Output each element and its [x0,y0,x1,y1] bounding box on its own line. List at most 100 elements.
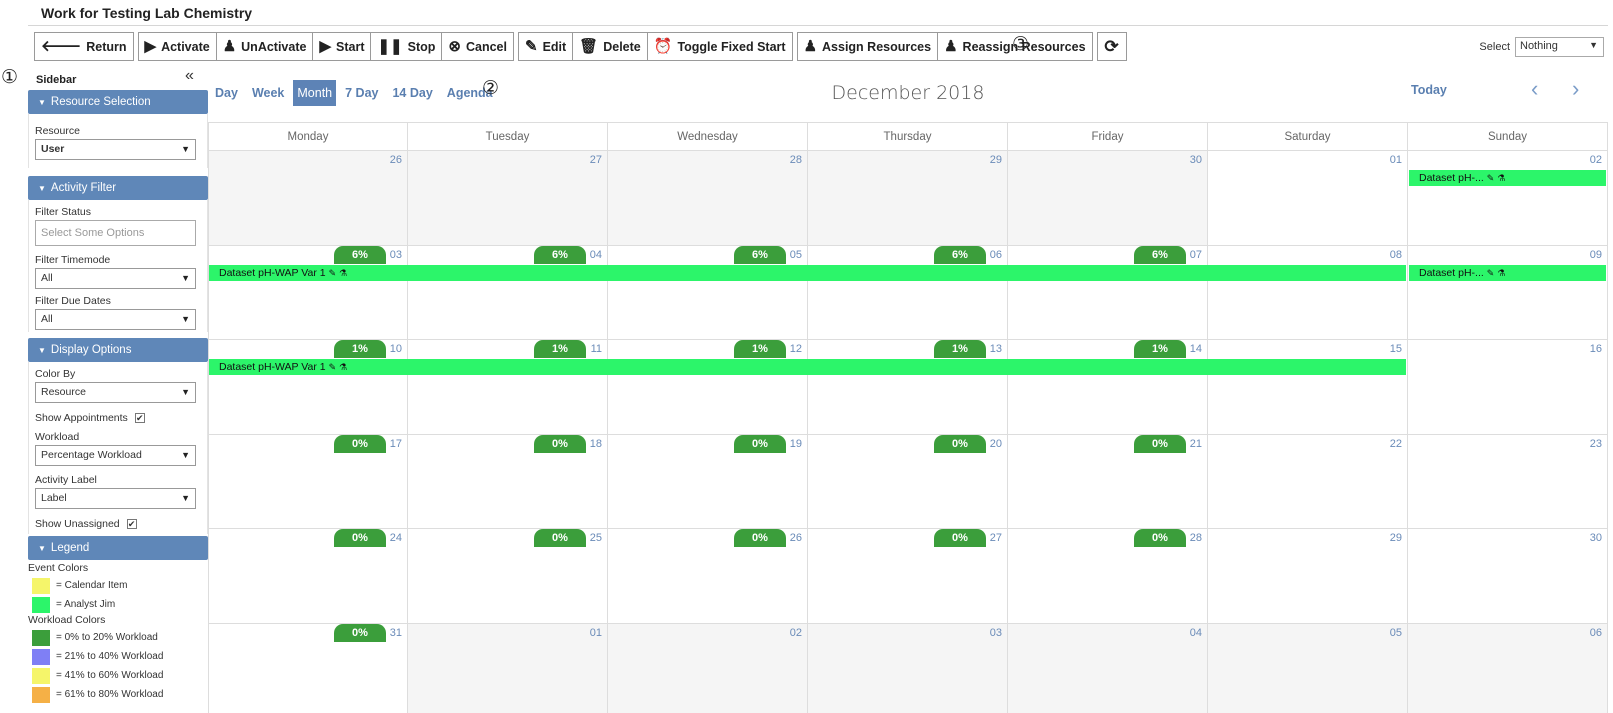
legend-header[interactable]: ▼ Legend [28,536,208,560]
day-number[interactable]: 01 [590,627,602,639]
day-number[interactable]: 15 [1390,343,1402,355]
workload-badge[interactable]: 0% [534,434,586,453]
day-number[interactable]: 26 [790,532,802,544]
today-button[interactable]: Today [1411,83,1447,97]
day-number[interactable]: 22 [1390,438,1402,450]
delete-button[interactable]: 🗑 Delete [573,33,648,60]
chevron-left-icon[interactable]: ‹ [1531,78,1538,100]
day-cell[interactable]: 25 0% [408,529,608,623]
workload-badge[interactable]: 0% [334,623,386,642]
day-number[interactable]: 27 [590,154,602,166]
workload-badge[interactable]: 1% [934,340,986,359]
filter-due-dates-select[interactable]: All ▼ [35,309,196,330]
workload-badge[interactable]: 0% [334,434,386,453]
workload-badge[interactable]: 1% [534,340,586,359]
day-number[interactable]: 02 [790,627,802,639]
assign-resources-button[interactable]: ♟ Assign Resources [798,33,939,60]
return-button[interactable]: 🡐 Return [35,33,133,60]
day-cell[interactable]: 03 6% [208,245,408,340]
day-cell[interactable]: 23 [1408,434,1608,529]
day-number[interactable]: 16 [1590,343,1602,355]
day-cell[interactable]: 29 [1208,529,1408,623]
workload-badge[interactable]: 6% [534,245,586,264]
day-number[interactable]: 25 [590,532,602,544]
edit-button[interactable]: ✎ Edit [519,33,574,60]
workload-badge[interactable]: 0% [1134,434,1186,453]
day-cell[interactable]: 05 [1208,623,1408,713]
filter-status-input[interactable]: Select Some Options [35,220,196,246]
day-cell[interactable]: 06 6% [808,245,1008,340]
day-number[interactable]: 27 [990,532,1002,544]
workload-badge[interactable]: 1% [334,340,386,359]
calendar-event[interactable]: Dataset pH-WAP Var 1 ✎ ⚗ [209,359,1406,376]
day-cell[interactable]: 15 [1208,340,1408,434]
day-number[interactable]: 26 [390,154,402,166]
cancel-button[interactable]: ⊗ Cancel [442,33,513,60]
day-cell[interactable]: 28 [608,151,808,245]
day-number[interactable]: 28 [1190,532,1202,544]
day-cell[interactable]: 18 0% [408,434,608,529]
day-number[interactable]: 08 [1390,249,1402,261]
day-number[interactable]: 17 [390,438,402,450]
day-cell[interactable]: 22 [1208,434,1408,529]
tab-7-day[interactable]: 7 Day [338,80,385,106]
show-unassigned-checkbox[interactable]: ✔ [126,519,137,529]
day-cell[interactable]: 14 1% [1008,340,1208,434]
day-number[interactable]: 30 [1590,532,1602,544]
day-cell[interactable]: 20 0% [808,434,1008,529]
day-cell[interactable]: 02 [1408,151,1608,245]
day-cell[interactable]: 19 0% [608,434,808,529]
workload-badge[interactable]: 6% [334,245,386,264]
day-cell[interactable]: 27 0% [808,529,1008,623]
day-number[interactable]: 29 [990,154,1002,166]
day-number[interactable]: 28 [790,154,802,166]
day-cell[interactable]: 07 6% [1008,245,1208,340]
collapse-icon[interactable]: « [185,67,194,85]
resource-select[interactable]: User ▼ [35,139,196,160]
tab-14-day[interactable]: 14 Day [385,80,439,106]
day-number[interactable]: 31 [390,627,402,639]
day-number[interactable]: 12 [790,343,802,355]
day-number[interactable]: 30 [1190,154,1202,166]
day-cell[interactable]: 11 1% [408,340,608,434]
day-cell[interactable]: 31 0% [208,623,408,713]
day-number[interactable]: 20 [990,438,1002,450]
tab-month[interactable]: Month [293,80,337,106]
day-cell[interactable]: 30 [1008,151,1208,245]
day-number[interactable]: 29 [1390,532,1402,544]
day-number[interactable]: 06 [1590,627,1602,639]
chevron-right-icon[interactable]: › [1572,78,1579,100]
day-number[interactable]: 04 [1190,627,1202,639]
day-number[interactable]: 09 [1590,249,1602,261]
day-number[interactable]: 23 [1590,438,1602,450]
day-number[interactable]: 18 [590,438,602,450]
calendar-event[interactable]: Dataset pH-... ✎ ⚗ [1409,170,1606,186]
day-cell[interactable]: 27 [408,151,608,245]
day-number[interactable]: 05 [1390,627,1402,639]
workload-badge[interactable]: 6% [934,245,986,264]
resource-selection-header[interactable]: ▼ Resource Selection [28,90,208,114]
day-number[interactable]: 03 [390,249,402,261]
day-cell[interactable]: 10 1% [208,340,408,434]
day-cell[interactable]: 28 0% [1008,529,1208,623]
day-cell[interactable]: 16 [1408,340,1608,434]
day-number[interactable]: 03 [990,627,1002,639]
activity-filter-header[interactable]: ▼ Activity Filter [28,176,208,200]
unactivate-button[interactable]: ♟ UnActivate [217,33,314,60]
day-number[interactable]: 21 [1190,438,1202,450]
refresh-button[interactable]: ⟳ [1098,33,1126,60]
day-cell[interactable]: 04 [1008,623,1208,713]
workload-badge[interactable]: 6% [734,245,786,264]
select-dropdown[interactable]: Nothing ▼ [1515,37,1604,57]
day-cell[interactable]: 01 [408,623,608,713]
day-cell[interactable]: 21 0% [1008,434,1208,529]
day-number[interactable]: 07 [1190,249,1202,261]
show-appointments-checkbox[interactable]: ✔ [134,413,145,423]
tab-week[interactable]: Week [245,80,291,106]
calendar-event[interactable]: Dataset pH-WAP Var 1 ✎ ⚗ [209,264,1406,281]
day-number[interactable]: 24 [390,532,402,544]
calendar-event[interactable]: Dataset pH-... ✎ ⚗ [1409,264,1606,281]
tab-day[interactable]: Day [208,80,245,106]
activity-label-select[interactable]: Label ▼ [35,488,196,509]
day-number[interactable]: 11 [591,343,602,355]
